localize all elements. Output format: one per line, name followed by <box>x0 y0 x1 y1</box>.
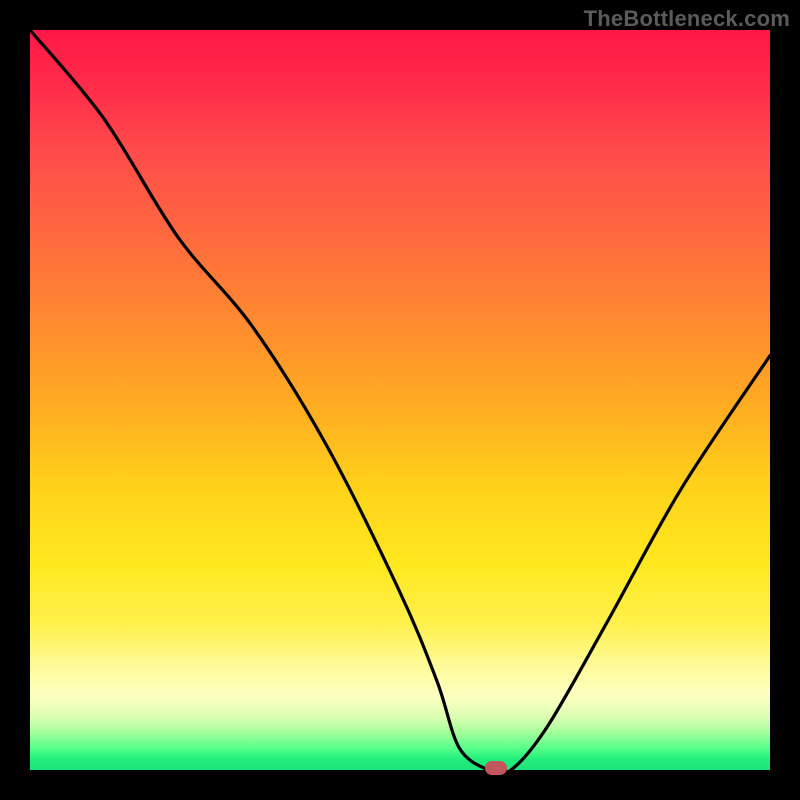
optimal-marker <box>485 761 507 775</box>
watermark-text: TheBottleneck.com <box>584 6 790 32</box>
plot-area <box>30 30 770 770</box>
chart-frame: TheBottleneck.com <box>0 0 800 800</box>
bottleneck-curve <box>30 30 770 770</box>
